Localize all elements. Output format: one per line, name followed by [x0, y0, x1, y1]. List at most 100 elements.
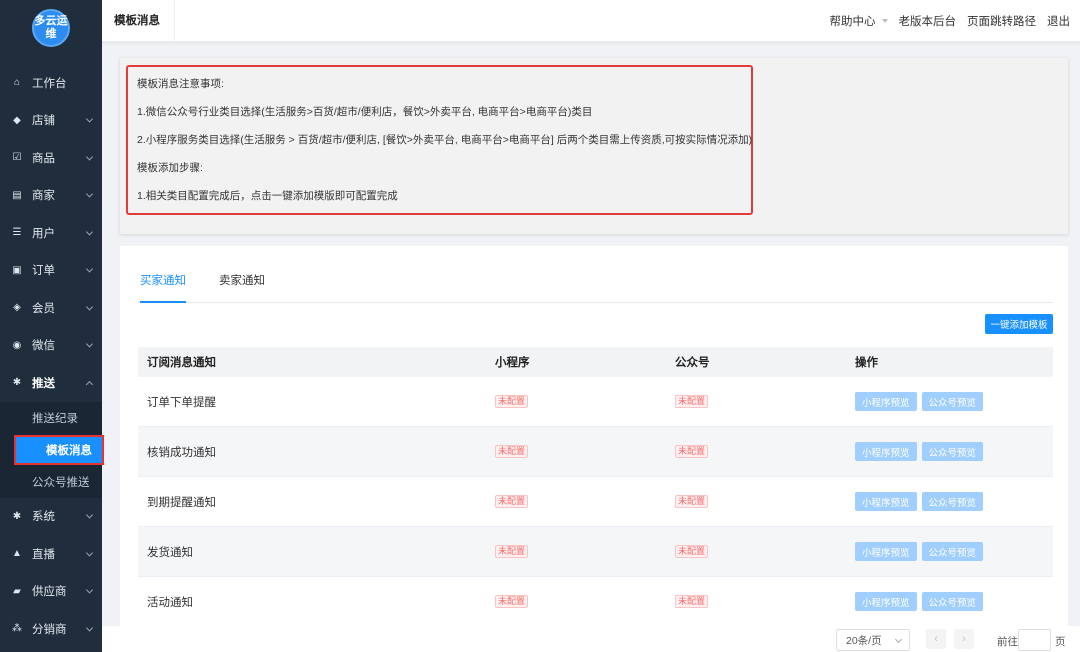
mp-preview-button[interactable]: 公众号预览 [921, 592, 984, 611]
chevron-down-icon [85, 153, 94, 161]
chevron-down-icon [85, 228, 94, 236]
goto-label: 前往 [997, 636, 1018, 648]
sidebar-item[interactable]: ⌂ 工作台 [0, 64, 102, 102]
status-badge: 未配置 [495, 545, 529, 558]
status-badge: 未配置 [675, 445, 709, 458]
sidebar-item-label: 供应商 [32, 586, 67, 599]
user-list-icon: ☰ [12, 227, 22, 239]
sidebar-item-label: 系统 [32, 511, 55, 524]
sidebar-item[interactable]: ▲ 直播 [0, 535, 102, 573]
mp-preview-button[interactable]: 公众号预览 [921, 392, 984, 411]
mini-preview-button[interactable]: 小程序预览 [855, 592, 917, 611]
status-badge: 未配置 [675, 545, 709, 558]
actions-cell: 小程序预览 公众号预览 [855, 592, 1053, 611]
mp-preview-button[interactable]: 公众号预览 [921, 492, 984, 511]
goto-unit: 页 [1055, 636, 1066, 648]
tab-buyer-notice[interactable]: 买家通知 [140, 266, 186, 303]
sidebar-item[interactable]: ⁂ 分销商 [0, 610, 102, 648]
gear-icon: ✱ [12, 377, 22, 389]
submenu-item[interactable]: 推送纪录 [0, 402, 102, 434]
live-icon: ▲ [12, 548, 22, 560]
submenu-item[interactable]: 模板消息 [14, 434, 104, 465]
page-path-link[interactable]: 页面跳转路径 [967, 13, 1036, 29]
logout-link[interactable]: 退出 [1047, 13, 1070, 29]
notice-item: 1.相关类目配置完成后，点击一键添加模版即可配置完成 [137, 190, 398, 202]
sidebar-item-label: 订单 [32, 265, 55, 278]
mp-status-cell: 未配置 [675, 595, 855, 608]
sidebar-item[interactable]: ◉ 微信 [0, 327, 102, 365]
mini-preview-button[interactable]: 小程序预览 [855, 492, 917, 511]
notice-item: 1.微信公众号行业类目选择(生活服务>百货/超市/便利店，餐饮>外卖平台, 电商… [137, 106, 593, 118]
sidebar-menu: ⌂ 工作台 ◆ 店铺 ☑ 商品 ▤ 商家 ☰ 用户 ▣ 订单 ◈ 会员 ◉ 微信 ✱ 推送推送纪录 模板消息 公众号推… [0, 64, 104, 648]
mini-preview-button[interactable]: 小程序预览 [855, 392, 917, 411]
chevron-right-icon: › [962, 633, 966, 645]
cube-icon: ◆ [13, 114, 21, 126]
mini-preview-button[interactable]: 小程序预览 [855, 442, 917, 461]
mini-status-cell: 未配置 [495, 595, 675, 608]
notice-item: 2.小程序服务类目选择(生活服务 > 百货/超市/便利店, [餐饮>外卖平台, … [137, 134, 753, 146]
mp-preview-button[interactable]: 公众号预览 [921, 542, 984, 561]
top-bar: 模板消息 帮助中心 老版本后台 页面跳转路径 退出 [102, 0, 1080, 42]
prev-page-button[interactable]: ‹ [926, 629, 946, 649]
sidebar-item-label: 用户 [32, 227, 55, 240]
chevron-down-icon [85, 115, 94, 123]
table-row: 活动通知 未配置 未配置 小程序预览 公众号预览 [138, 577, 1053, 627]
notice-name: 订单下单提醒 [147, 396, 216, 409]
table-row: 核销成功通知 未配置 未配置 小程序预览 公众号预览 [138, 427, 1053, 477]
mini-status-cell: 未配置 [495, 545, 675, 558]
mp-status-cell: 未配置 [675, 445, 855, 458]
status-badge: 未配置 [675, 395, 709, 408]
old-version-link[interactable]: 老版本后台 [899, 13, 957, 29]
status-badge: 未配置 [675, 495, 709, 508]
help-center-link[interactable]: 帮助中心 [830, 13, 876, 29]
main-content: 买家通知 卖家通知 一键添加模板 订阅消息通知 小程序 公众号 操作 订单下单提… [120, 246, 1068, 627]
sidebar-item-label: 商品 [32, 152, 55, 165]
sidebar-item-label: 分销商 [32, 623, 67, 636]
home-icon: ⌂ [13, 77, 21, 89]
table-body: 订单下单提醒 未配置 未配置 小程序预览 公众号预览 核销成功通知 未配置 未配置 小程序预览公… [138, 377, 1053, 627]
sidebar-item-label: 工作台 [32, 77, 67, 90]
goto-page-input[interactable] [1018, 629, 1051, 651]
sidebar-item-label: 店铺 [32, 115, 55, 128]
sidebar-item-label: 会员 [32, 302, 55, 315]
sidebar-item[interactable]: ✱ 系统 [0, 498, 102, 536]
mp-status-cell: 未配置 [675, 395, 855, 408]
tab-current-page[interactable]: 模板消息 [114, 0, 175, 42]
template-table: 订阅消息通知 小程序 公众号 操作 订单下单提醒 未配置 未配置 小程序预览 公众号预览… [138, 347, 1053, 627]
next-page-button[interactable]: › [954, 629, 974, 649]
checkbox-icon: ☑ [12, 152, 22, 164]
sidebar-item[interactable]: ✱ 推送 [0, 364, 102, 402]
sidebar-item-label: 商家 [32, 190, 55, 203]
sidebar-item-label: 直播 [32, 548, 55, 561]
sidebar-item[interactable]: ▤ 商家 [0, 177, 102, 215]
chevron-down-icon [85, 340, 94, 348]
truck-icon: ▰ [13, 585, 21, 597]
actions-cell: 小程序预览 公众号预览 [855, 542, 1053, 561]
chevron-down-icon [85, 303, 94, 311]
page-size-value: 20条/页 [846, 634, 882, 647]
table-header: 订阅消息通知 小程序 公众号 操作 [138, 347, 1053, 377]
logo[interactable]: 多云运维 [32, 9, 70, 47]
sidebar-item[interactable]: ☑ 商品 [0, 139, 102, 177]
chevron-down-icon [85, 624, 94, 632]
notice-highlight: 模板消息注意事项: 1.微信公众号行业类目选择(生活服务>百货/超市/便利店，餐… [126, 65, 753, 215]
sidebar-item[interactable]: ☰ 用户 [0, 214, 102, 252]
add-template-button[interactable]: 一键添加模板 [985, 314, 1053, 334]
sidebar-item[interactable]: ▰ 供应商 [0, 573, 102, 611]
page-size-select[interactable]: 20条/页 [836, 629, 910, 651]
sidebar-item[interactable]: ▣ 订单 [0, 252, 102, 290]
mp-preview-button[interactable]: 公众号预览 [921, 442, 984, 461]
sidebar-item[interactable]: ◆ 店铺 [0, 102, 102, 140]
submenu-item[interactable]: 公众号推送 [0, 466, 102, 498]
table-row: 发货通知 未配置 未配置 小程序预览 公众号预览 [138, 527, 1053, 577]
status-badge: 未配置 [495, 445, 529, 458]
chevron-left-icon: ‹ [934, 633, 938, 645]
notice-steps-title: 模板添加步骤: [137, 162, 203, 174]
pagination: 20条/页 ‹ › 前往 页 [102, 626, 1080, 652]
mini-preview-button[interactable]: 小程序预览 [855, 542, 917, 561]
mini-status-cell: 未配置 [495, 495, 675, 508]
sidebar-item[interactable]: ◈ 会员 [0, 289, 102, 327]
tab-seller-notice[interactable]: 卖家通知 [219, 266, 265, 303]
sidebar-item-label: 推送 [32, 377, 55, 390]
chevron-down-icon[interactable] [881, 19, 888, 23]
